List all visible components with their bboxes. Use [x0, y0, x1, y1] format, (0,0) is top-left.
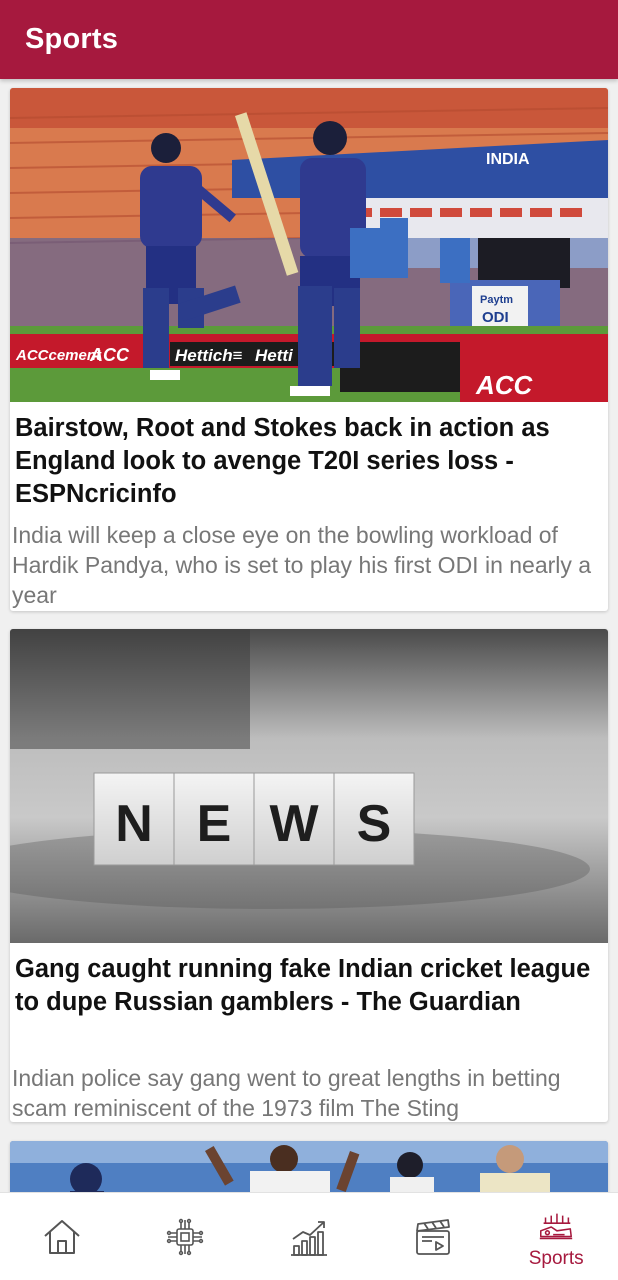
svg-text:Paytm: Paytm: [480, 294, 513, 306]
svg-text:ACCcement: ACCcement: [15, 347, 102, 364]
svg-text:E: E: [197, 795, 232, 853]
news-feed[interactable]: INDIA Paytm ODI ACCcement ACC Hettich≡ H…: [0, 79, 618, 1192]
article-title[interactable]: Bairstow, Root and Stokes back in action…: [15, 412, 600, 511]
svg-text:Hetti: Hetti: [255, 346, 294, 365]
article-description: India will keep a close eye on the bowli…: [12, 522, 592, 608]
svg-text:ODI: ODI: [482, 309, 509, 326]
nav-business[interactable]: [247, 1193, 371, 1280]
bottom-navigation: Sports: [0, 1192, 618, 1280]
svg-text:S: S: [357, 795, 392, 853]
article-title[interactable]: Gang caught running fake Indian cricket …: [15, 953, 600, 1019]
svg-text:INDIA: INDIA: [486, 151, 530, 168]
home-icon: [44, 1220, 80, 1254]
svg-text:N: N: [115, 795, 153, 853]
news-card[interactable]: INDIA Paytm ODI ACCcement ACC Hettich≡ H…: [10, 88, 608, 611]
technology-chip-icon: [167, 1218, 204, 1256]
business-chart-icon: [290, 1221, 327, 1256]
article-description: Indian police say gang went to great len…: [12, 1065, 561, 1121]
article-image-celebration[interactable]: [10, 1141, 608, 1192]
news-card[interactable]: [10, 1141, 608, 1192]
page-title: Sports: [25, 23, 119, 55]
sports-icon: [539, 1213, 573, 1240]
svg-text:W: W: [269, 795, 319, 853]
app-bar: Sports: [0, 0, 618, 79]
svg-text:ACC: ACC: [89, 345, 130, 365]
nav-technology[interactable]: [124, 1193, 248, 1280]
svg-text:ACC: ACC: [475, 370, 534, 400]
entertainment-clapperboard-icon: [415, 1219, 450, 1255]
nav-sports[interactable]: Sports: [494, 1193, 618, 1280]
article-image-news[interactable]: N E W S: [10, 629, 608, 943]
nav-entertainment[interactable]: [371, 1193, 495, 1280]
svg-text:Hettich≡: Hettich≡: [175, 346, 243, 365]
news-card[interactable]: N E W S Gang caught running fake Indian …: [10, 629, 608, 1122]
nav-home[interactable]: [0, 1193, 124, 1280]
article-image-cricket[interactable]: INDIA Paytm ODI ACCcement ACC Hettich≡ H…: [10, 88, 608, 402]
nav-sports-label: Sports: [528, 1248, 584, 1269]
